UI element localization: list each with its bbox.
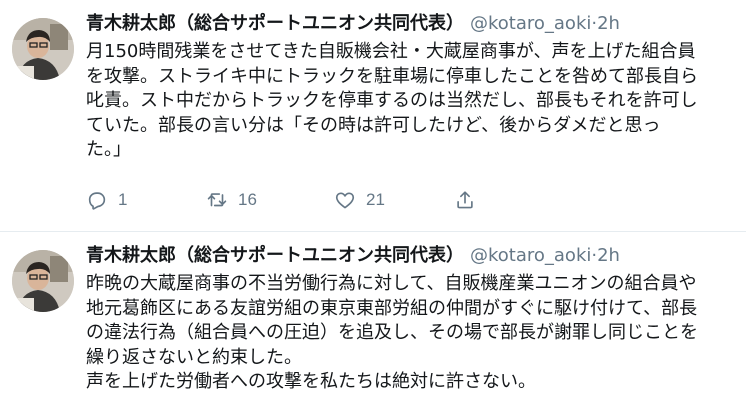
author-handle[interactable]: @kotaro_aoki xyxy=(470,13,591,34)
tweet-text: 昨晩の大蔵屋商事の不当労働行為に対して、自販機産業ユニオンの組合員や 地元葛飾区… xyxy=(86,273,698,392)
retweet-count: 16 xyxy=(238,190,257,209)
avatar-photo xyxy=(12,250,74,312)
share-button[interactable] xyxy=(454,186,476,214)
timestamp[interactable]: 2h xyxy=(597,245,620,266)
reply-count: 1 xyxy=(118,190,128,209)
reply-icon xyxy=(88,192,106,210)
reply-button[interactable]: 1 xyxy=(86,186,127,214)
tweet[interactable]: 青木耕太郎（総合サポートユニオン共同代表） @kotaro_aoki·2h 昨晩の… xyxy=(0,232,746,405)
author-name[interactable]: 青木耕太郎（総合サポートユニオン共同代表） xyxy=(86,13,464,34)
like-button[interactable]: 21 xyxy=(334,186,385,214)
like-count: 21 xyxy=(366,190,385,209)
tweet-header: 青木耕太郎（総合サポートユニオン共同代表） @kotaro_aoki·2h xyxy=(86,244,620,268)
avatar-photo xyxy=(12,18,74,80)
tweet-header: 青木耕太郎（総合サポートユニオン共同代表） @kotaro_aoki·2h xyxy=(86,12,620,36)
share-icon xyxy=(457,191,473,209)
author-name[interactable]: 青木耕太郎（総合サポートユニオン共同代表） xyxy=(86,245,464,266)
tweet-actions: 1 16 21 xyxy=(86,186,506,214)
tweet-text: 月150時間残業をさせてきた自販機会社・大蔵屋商事が、声を上げた組合員 を攻撃。… xyxy=(86,41,698,160)
retweet-button[interactable]: 16 xyxy=(206,186,257,214)
tweet[interactable]: 青木耕太郎（総合サポートユニオン共同代表） @kotaro_aoki·2h 月15… xyxy=(0,0,746,232)
author-handle[interactable]: @kotaro_aoki xyxy=(470,245,591,266)
avatar[interactable] xyxy=(12,250,74,312)
heart-icon xyxy=(335,192,355,209)
retweet-icon xyxy=(207,193,227,207)
avatar[interactable] xyxy=(12,18,74,80)
timestamp[interactable]: 2h xyxy=(597,13,620,34)
